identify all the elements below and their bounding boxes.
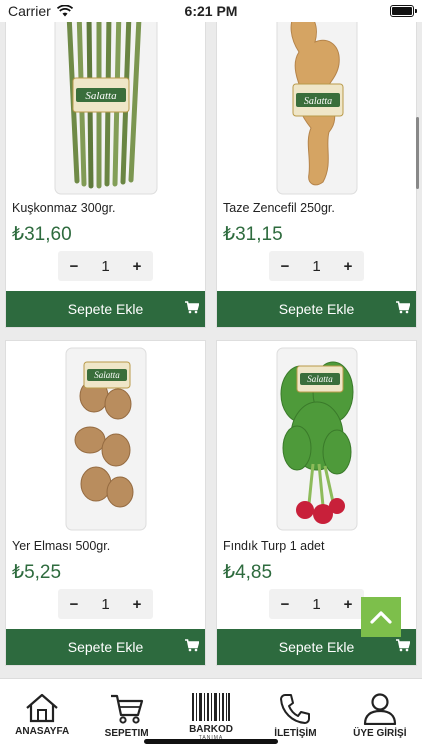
battery-icon [390,5,417,17]
brand-label: Salatta [85,90,117,102]
chevron-up-icon [370,611,392,624]
brand-label: Salatta [94,370,120,380]
scroll-to-top-button[interactable] [361,597,401,637]
tab-login[interactable]: ÜYE GİRİŞİ [338,679,422,750]
product-name[interactable]: Yer Elması 500gr. [6,539,205,555]
home-icon [26,693,58,723]
status-bar: Carrier 6:21 PM [0,0,422,22]
tab-home[interactable]: ANASAYFA [0,679,84,750]
tab-label: İLETİŞİM [274,728,317,739]
product-price: ₺4,85 [223,562,273,583]
cart-icon [185,301,199,314]
product-card[interactable]: Salatta Taze Zencefil 250gr. ₺31,15 − 1 … [216,22,417,328]
radish-image: Salatta [276,347,357,530]
add-to-cart-button[interactable]: Sepete Ekle [217,291,416,327]
quantity-value: 1 [312,595,321,613]
quantity-value: 1 [101,257,110,275]
product-image-asparagus[interactable]: Salatta [6,22,205,198]
decrease-button[interactable]: − [66,258,82,275]
tab-label: ÜYE GİRİŞİ [353,728,407,739]
asparagus-image: Salatta [54,22,157,194]
quantity-stepper: − 1 + [58,589,153,619]
increase-button[interactable]: + [340,596,356,613]
product-name[interactable]: Taze Zencefil 250gr. [217,201,416,217]
tab-label: SEPETIM [104,728,149,739]
product-list[interactable]: Salatta Kuşkonmaz 300gr. ₺31,60 − 1 + Se… [0,22,422,678]
quantity-value: 1 [312,257,321,275]
ginger-image: Salatta [276,22,357,194]
product-image-jerusalem-artichoke[interactable]: Salatta [6,341,205,536]
product-name[interactable]: Kuşkonmaz 300gr. [6,201,205,217]
bottom-tab-bar: ANASAYFA SEPETIM BARKOD TANIMA İLETİŞİM [0,678,422,750]
user-icon [363,693,396,725]
product-card[interactable]: Salatta Kuşkonmaz 300gr. ₺31,60 − 1 + Se… [5,22,206,328]
cart-icon [110,694,143,724]
tab-label: ANASAYFA [15,726,70,737]
home-indicator[interactable] [144,739,278,744]
quantity-stepper: − 1 + [269,589,364,619]
product-image-radish[interactable]: Salatta [217,341,416,536]
decrease-button[interactable]: − [277,258,293,275]
product-price: ₺31,60 [12,224,72,245]
add-to-cart-label: Sepete Ekle [67,639,144,655]
increase-button[interactable]: + [340,258,356,275]
product-card[interactable]: Salatta Yer Elması 500gr. ₺5,25 − 1 + Se… [5,340,206,666]
increase-button[interactable]: + [129,258,145,275]
cart-icon [396,639,410,652]
product-image-ginger[interactable]: Salatta [217,22,416,198]
status-left: Carrier [8,3,73,19]
product-price: ₺5,25 [12,562,62,583]
brand-label: Salatta [303,96,331,107]
tab-label: BARKOD [189,724,233,735]
carrier-label: Carrier [8,3,51,19]
add-to-cart-label: Sepete Ekle [278,639,355,655]
add-to-cart-button[interactable]: Sepete Ekle [6,629,205,665]
add-to-cart-button[interactable]: Sepete Ekle [6,291,205,327]
add-to-cart-label: Sepete Ekle [67,301,144,317]
quantity-stepper: − 1 + [269,251,364,281]
scroll-indicator[interactable] [416,117,419,189]
wifi-icon [56,5,73,17]
barcode-icon [192,693,231,721]
jerusalem-artichoke-image: Salatta [65,347,146,530]
product-grid: Salatta Kuşkonmaz 300gr. ₺31,60 − 1 + Se… [5,22,417,666]
quantity-stepper: − 1 + [58,251,153,281]
quantity-value: 1 [101,595,110,613]
cart-icon [185,639,199,652]
phone-icon [280,694,311,724]
product-name[interactable]: Fındık Turp 1 adet [217,539,416,555]
product-price: ₺31,15 [223,224,283,245]
decrease-button[interactable]: − [66,596,82,613]
increase-button[interactable]: + [129,596,145,613]
cart-icon [396,301,410,314]
brand-label: Salatta [307,374,333,384]
decrease-button[interactable]: − [277,596,293,613]
add-to-cart-label: Sepete Ekle [278,301,355,317]
